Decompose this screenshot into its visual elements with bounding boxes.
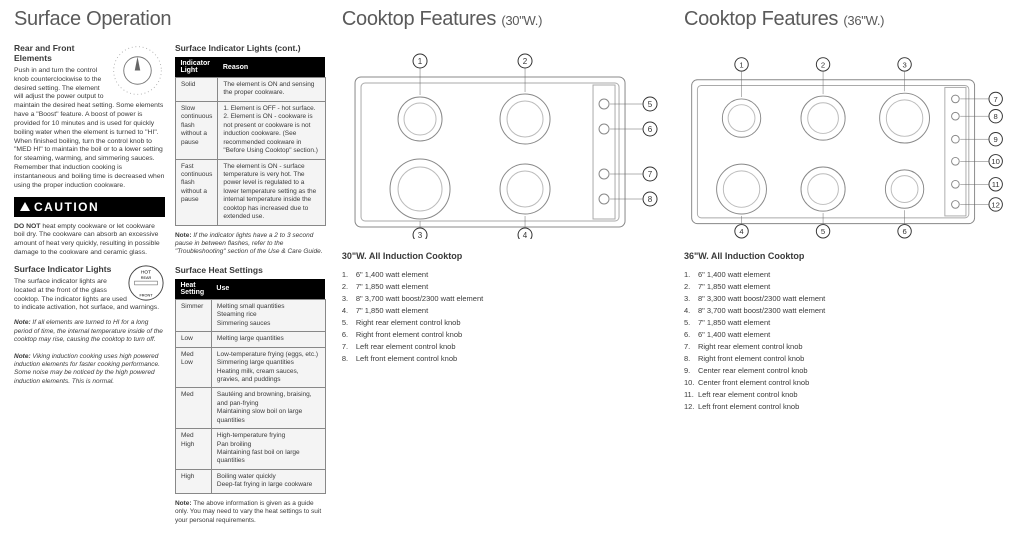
c36-diagram: 1 2 3 7 8 9 10 11 12 4 5 6 [684,49,1010,239]
c36-list: 1.6" 1,400 watt element2.7" 1,850 watt e… [684,269,1010,413]
list-item: 6.6" 1,400 watt element [684,329,1010,341]
svg-text:11: 11 [992,180,1000,189]
list-item: 6.Right front element control knob [342,329,668,341]
svg-text:7: 7 [648,170,653,179]
list-item: 12.Left front element control knob [684,401,1010,413]
list-item: 1.6" 1,400 watt element [684,269,1010,281]
knob-illustration [110,43,165,98]
svg-text:REAR: REAR [141,276,152,280]
tab2-note: Note: The above information is given as … [175,500,326,525]
list-item: 2.7" 1,850 watt element [342,281,668,293]
heat-table: Heat SettingUseSimmerMelting small quant… [175,279,326,494]
list-item: 5.7" 1,850 watt element [684,317,1010,329]
svg-text:4: 4 [523,231,528,239]
svg-text:3: 3 [418,231,423,239]
indicator-table: Indicator LightReasonSolidThe element is… [175,57,326,226]
svg-text:8: 8 [648,195,653,204]
list-item: 8.Left front element control knob [342,353,668,365]
list-item: 5.Right rear element control knob [342,317,668,329]
svg-text:3: 3 [902,60,906,69]
caution-bar: CAUTION [14,197,165,217]
list-item: 3.8" 3,700 watt boost/2300 watt element [342,293,668,305]
svg-text:FRONT: FRONT [139,293,153,297]
c30-title: Cooktop Features (30"W.) [342,8,668,31]
svg-text:12: 12 [991,200,1000,209]
svg-text:HOT: HOT [141,269,151,275]
svg-text:10: 10 [991,157,1000,166]
list-item: 2.7" 1,850 watt element [684,281,1010,293]
list-item: 8.Right front element control knob [684,353,1010,365]
c30-diagram: 1 2 5 6 7 8 3 4 [342,49,668,239]
svg-text:1: 1 [739,60,743,69]
list-item: 10.Center front element control knob [684,377,1010,389]
caution-body: DO NOT heat empty cookware or let cookwa… [14,217,165,264]
svg-text:5: 5 [821,227,825,236]
svg-text:4: 4 [739,227,744,236]
svg-text:7: 7 [993,95,997,104]
c36-list-heading: 36"W. All Induction Cooktop [684,251,1010,261]
list-item: 1.6" 1,400 watt element [342,269,668,281]
tab1-note: Note: If the indicator lights have a 2 t… [175,232,326,257]
list-item: 4.7" 1,850 watt element [342,305,668,317]
surface-operation-panel: Surface Operation Rear and Front Element… [14,8,326,520]
warning-triangle-icon [20,202,30,211]
sil-cont-heading: Surface Indicator Lights (cont.) [175,43,326,53]
svg-text:6: 6 [648,125,653,134]
list-item: 3.8" 3,300 watt boost/2300 watt element [684,293,1010,305]
list-item: 4.8" 3,700 watt boost/2300 watt element [684,305,1010,317]
list-item: 7.Right rear element control knob [684,341,1010,353]
svg-text:2: 2 [821,60,825,69]
c36-title: Cooktop Features (36"W.) [684,8,1010,31]
list-item: 9.Center rear element control knob [684,365,1010,377]
cooktop-36-panel: Cooktop Features (36"W.) 1 2 3 7 8 9 10 … [684,8,1010,520]
c30-list-heading: 30"W. All Induction Cooktop [342,251,668,261]
svg-text:6: 6 [902,227,906,236]
list-item: 11.Left rear element control knob [684,389,1010,401]
surface-title: Surface Operation [14,8,326,31]
svg-text:9: 9 [993,135,997,144]
hot-diagram-icon: HOTREAR FRONT [127,264,165,302]
svg-text:8: 8 [993,112,997,121]
note-1: Note: If all elements are turned to HI f… [14,319,165,344]
list-item: 7.Left rear element control knob [342,341,668,353]
svg-text:5: 5 [648,100,653,109]
svg-text:1: 1 [418,57,423,66]
c30-list: 1.6" 1,400 watt element2.7" 1,850 watt e… [342,269,668,365]
note-2: Note: Viking induction cooking uses high… [14,353,165,387]
cooktop-30-panel: Cooktop Features (30"W.) 1 2 5 6 7 8 3 4… [342,8,668,520]
svg-text:2: 2 [523,57,528,66]
shs-heading: Surface Heat Settings [175,265,326,275]
